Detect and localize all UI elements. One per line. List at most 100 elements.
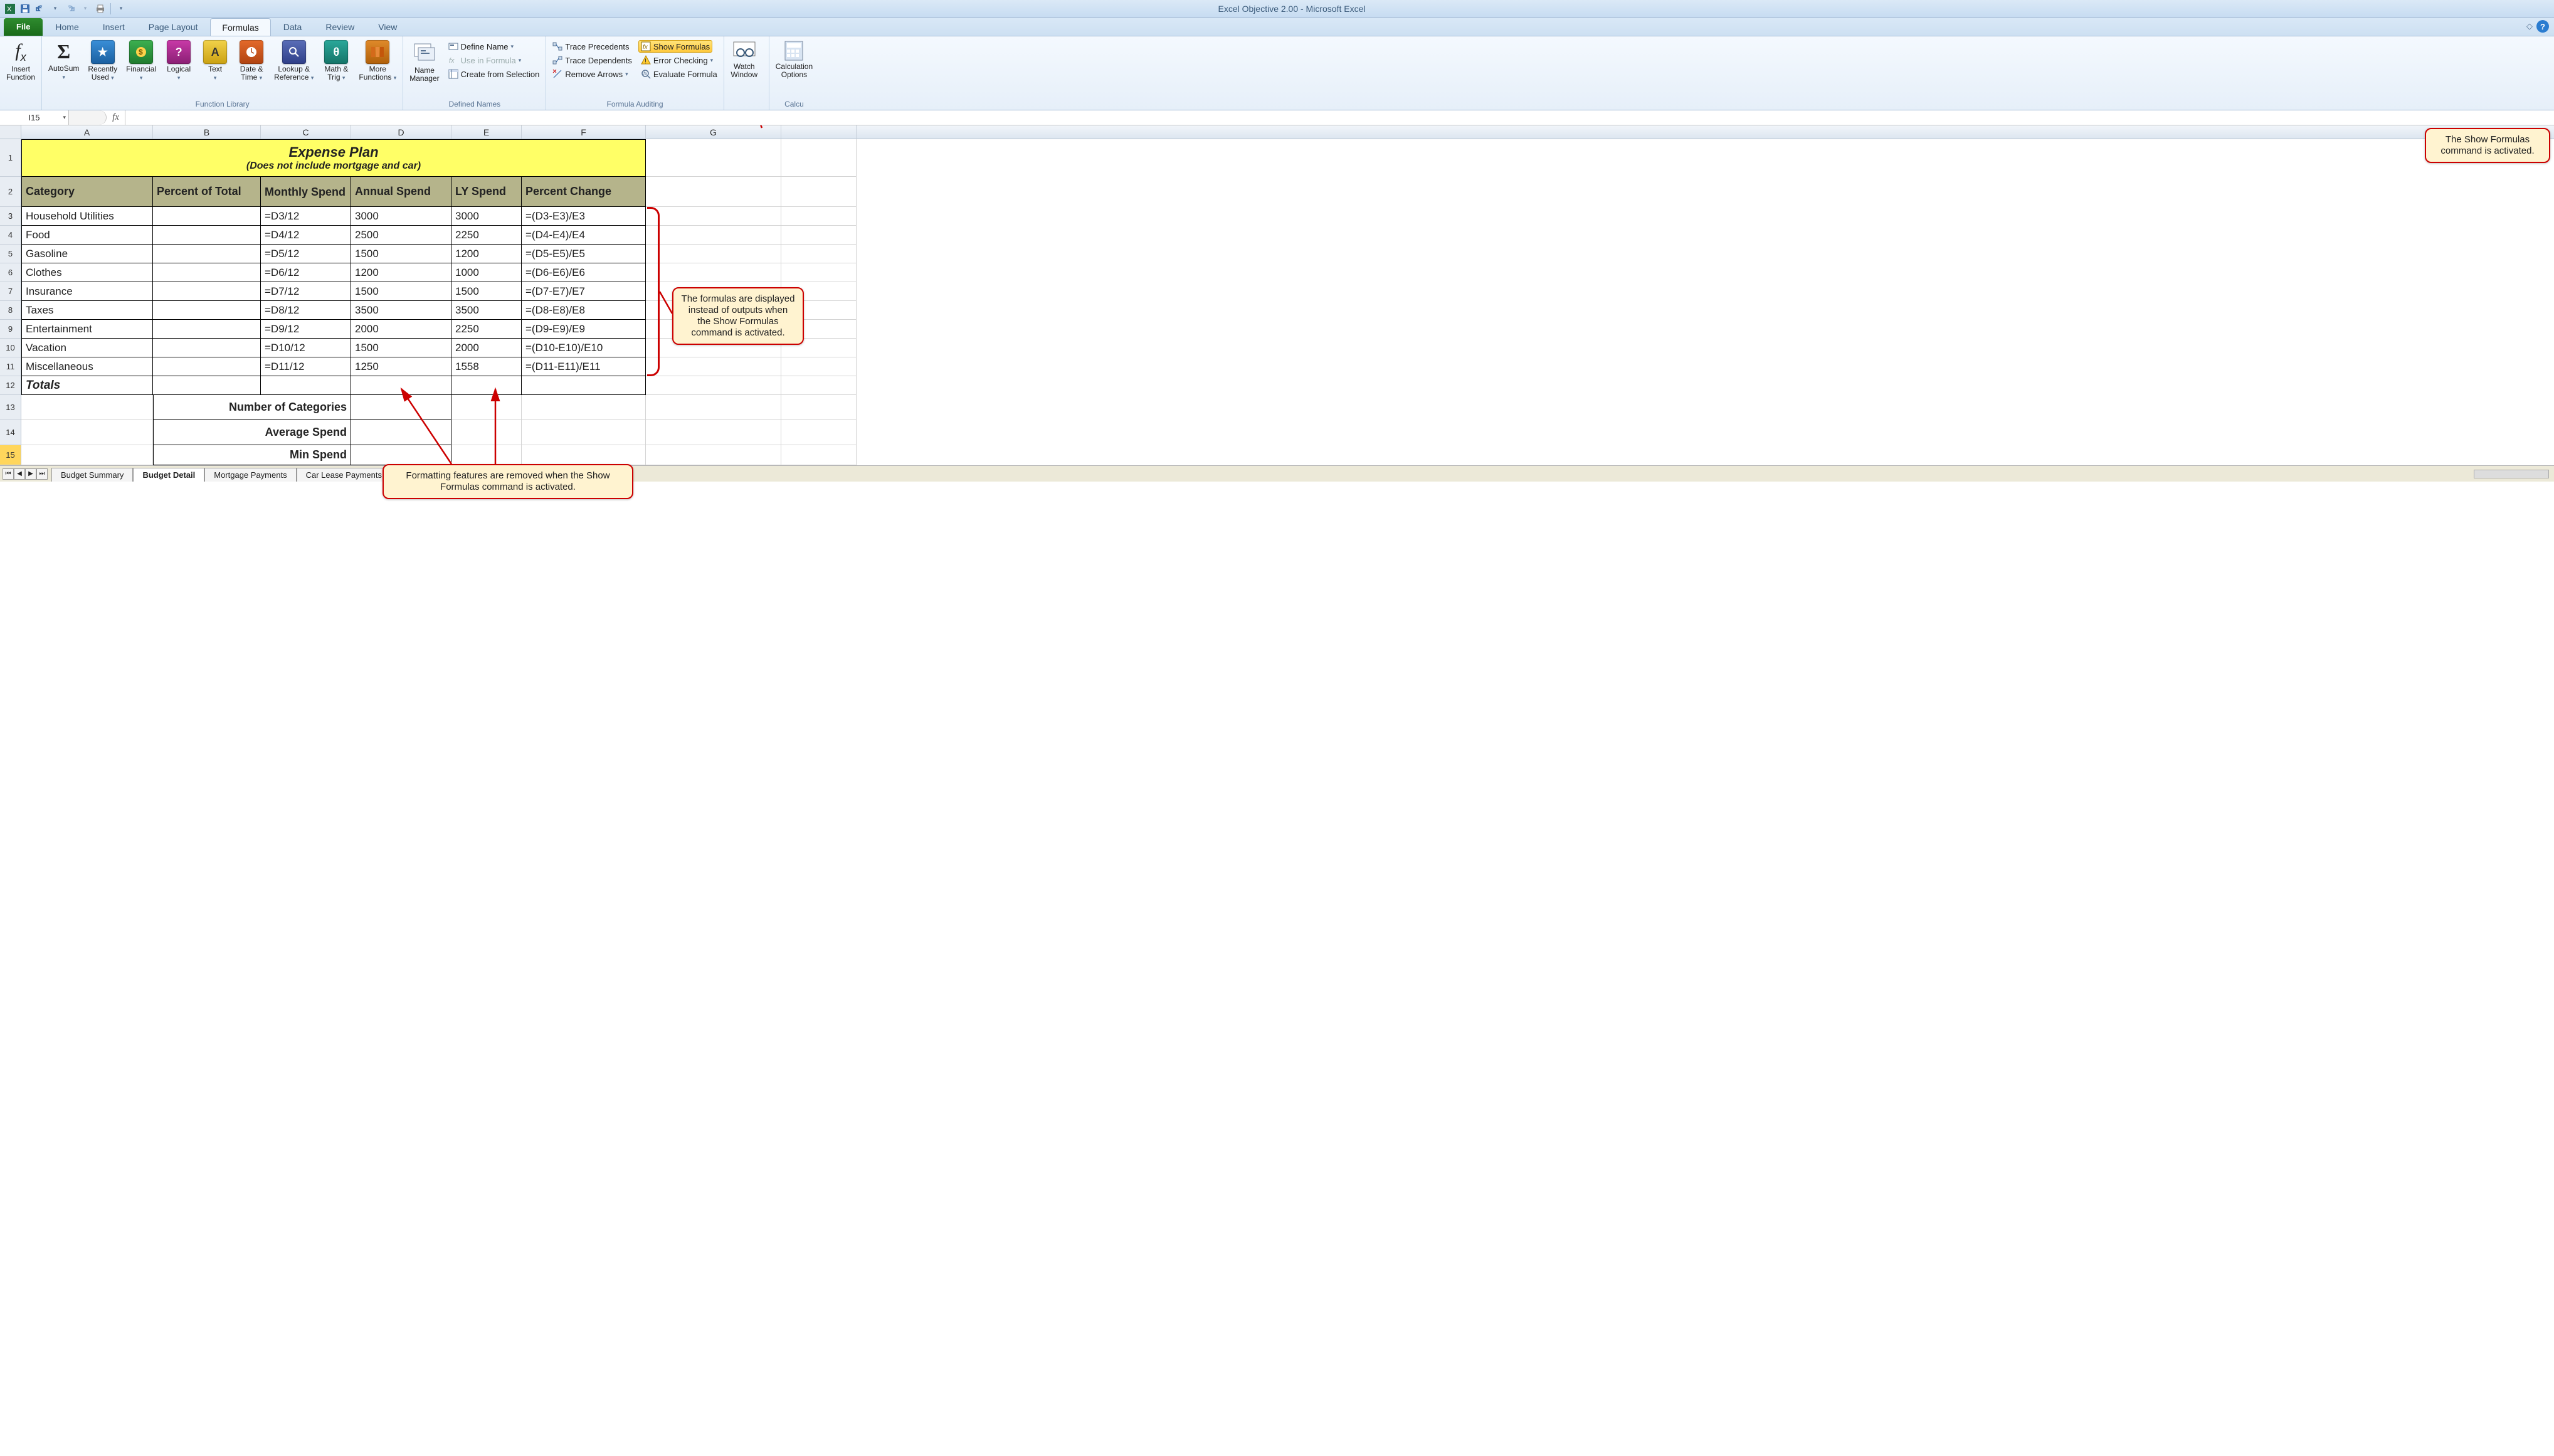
cell-G5[interactable]: [646, 245, 781, 263]
name-box-dropdown-icon[interactable]: ▾: [63, 114, 66, 121]
totals-label-cell[interactable]: Totals: [21, 376, 153, 395]
cell-F7[interactable]: =(D7-E7)/E7: [522, 282, 646, 301]
use-in-formula-button[interactable]: fx Use in Formula ▾: [446, 54, 524, 66]
cell-D9[interactable]: 2000: [351, 320, 451, 339]
tab-data[interactable]: Data: [272, 18, 314, 36]
cell-B12[interactable]: [153, 376, 261, 395]
tab-page-layout[interactable]: Page Layout: [137, 18, 209, 36]
tab-home[interactable]: Home: [44, 18, 90, 36]
row-header-13[interactable]: 13: [0, 395, 21, 420]
col-header-A[interactable]: A: [21, 125, 153, 139]
autosum-button[interactable]: Σ AutoSum▾: [46, 39, 82, 83]
header-percent-of-total[interactable]: Percent of Total: [153, 177, 261, 207]
header-monthly-spend[interactable]: Monthly Spend: [261, 177, 351, 207]
cell-A11[interactable]: Miscellaneous: [21, 357, 153, 376]
cell-G13[interactable]: [646, 395, 781, 420]
logical-button[interactable]: ? Logical▾: [162, 39, 195, 83]
row-header-10[interactable]: 10: [0, 339, 21, 357]
cell-F5[interactable]: =(D5-E5)/E5: [522, 245, 646, 263]
row-header-5[interactable]: 5: [0, 245, 21, 263]
num-categories-label[interactable]: Number of Categories: [153, 395, 351, 420]
cell-B5[interactable]: [153, 245, 261, 263]
sheet-nav-first[interactable]: ⏮: [3, 468, 14, 480]
cell-A7[interactable]: Insurance: [21, 282, 153, 301]
cell-B10[interactable]: [153, 339, 261, 357]
fx-label[interactable]: fx: [107, 110, 125, 125]
col-header-G[interactable]: G: [646, 125, 781, 139]
cell-D7[interactable]: 1500: [351, 282, 451, 301]
cell-E11[interactable]: 1558: [451, 357, 522, 376]
sheet-nav-next[interactable]: ▶: [25, 468, 36, 480]
col-header-E[interactable]: E: [451, 125, 522, 139]
cell-A3[interactable]: Household Utilities: [21, 207, 153, 226]
cell-H12[interactable]: [781, 376, 857, 395]
row-header-4[interactable]: 4: [0, 226, 21, 245]
col-header-F[interactable]: F: [522, 125, 646, 139]
watch-window-button[interactable]: Watch Window: [728, 39, 761, 80]
col-header-D[interactable]: D: [351, 125, 451, 139]
cell-E8[interactable]: 3500: [451, 301, 522, 320]
cell-H11[interactable]: [781, 357, 857, 376]
cell-C11[interactable]: =D11/12: [261, 357, 351, 376]
row-header-9[interactable]: 9: [0, 320, 21, 339]
cell-F8[interactable]: =(D8-E8)/E8: [522, 301, 646, 320]
cell-F9[interactable]: =(D9-E9)/E9: [522, 320, 646, 339]
sheet-tab-car-lease-payments[interactable]: Car Lease Payments: [297, 468, 391, 482]
sheet-tab-mortgage-payments[interactable]: Mortgage Payments: [204, 468, 296, 482]
cell-B8[interactable]: [153, 301, 261, 320]
row-header-7[interactable]: 7: [0, 282, 21, 301]
cell-D3[interactable]: 3000: [351, 207, 451, 226]
row-header-1[interactable]: 1: [0, 139, 21, 177]
cell-G4[interactable]: [646, 226, 781, 245]
cell-A13[interactable]: [21, 395, 153, 420]
col-header-B[interactable]: B: [153, 125, 261, 139]
cell-A8[interactable]: Taxes: [21, 301, 153, 320]
cell-E15[interactable]: [451, 445, 522, 465]
header-annual-spend[interactable]: Annual Spend: [351, 177, 451, 207]
cell-C4[interactable]: =D4/12: [261, 226, 351, 245]
redo-dropdown[interactable]: ▾: [79, 3, 92, 15]
cell-G15[interactable]: [646, 445, 781, 465]
cell-B4[interactable]: [153, 226, 261, 245]
cell-C12[interactable]: [261, 376, 351, 395]
undo-button[interactable]: [34, 3, 46, 15]
horizontal-scrollbar[interactable]: [2474, 470, 2549, 478]
sheet-tab-budget-summary[interactable]: Budget Summary: [51, 468, 133, 482]
save-button[interactable]: [19, 3, 31, 15]
cell-C10[interactable]: =D10/12: [261, 339, 351, 357]
cell-C5[interactable]: =D5/12: [261, 245, 351, 263]
cell-E9[interactable]: 2250: [451, 320, 522, 339]
row-header-8[interactable]: 8: [0, 301, 21, 320]
row-header-3[interactable]: 3: [0, 207, 21, 226]
cell-H14[interactable]: [781, 420, 857, 445]
cell-E12[interactable]: [451, 376, 522, 395]
cell-H15[interactable]: [781, 445, 857, 465]
cell-F3[interactable]: =(D3-E3)/E3: [522, 207, 646, 226]
col-header-H[interactable]: [781, 125, 857, 139]
cell-G14[interactable]: [646, 420, 781, 445]
cell-H3[interactable]: [781, 207, 857, 226]
cell-E10[interactable]: 2000: [451, 339, 522, 357]
cell-C9[interactable]: =D9/12: [261, 320, 351, 339]
qat-customize-dropdown[interactable]: ▾: [115, 3, 127, 15]
row-header-11[interactable]: 11: [0, 357, 21, 376]
average-spend-label[interactable]: Average Spend: [153, 420, 351, 445]
cell-D14[interactable]: [351, 420, 451, 445]
cell-E5[interactable]: 1200: [451, 245, 522, 263]
cell-C6[interactable]: =D6/12: [261, 263, 351, 282]
math-trig-button[interactable]: θ Math & Trig ▾: [320, 39, 352, 83]
row-header-15[interactable]: 15: [0, 445, 21, 465]
cell-B9[interactable]: [153, 320, 261, 339]
cell-D13[interactable]: [351, 395, 451, 420]
sheet-nav-last[interactable]: ⏭: [36, 468, 48, 480]
help-icon[interactable]: ?: [2536, 20, 2549, 33]
cell-B7[interactable]: [153, 282, 261, 301]
cell-G2[interactable]: [646, 177, 781, 207]
cell-D5[interactable]: 1500: [351, 245, 451, 263]
cell-F6[interactable]: =(D6-E6)/E6: [522, 263, 646, 282]
cell-F14[interactable]: [522, 420, 646, 445]
header-percent-change[interactable]: Percent Change: [522, 177, 646, 207]
cell-C3[interactable]: =D3/12: [261, 207, 351, 226]
cell-D4[interactable]: 2500: [351, 226, 451, 245]
cell-A6[interactable]: Clothes: [21, 263, 153, 282]
